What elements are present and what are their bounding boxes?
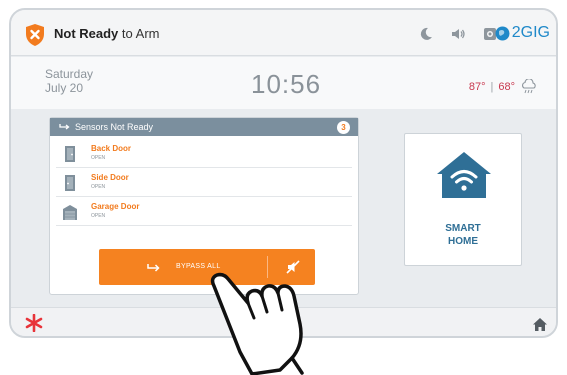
smart-home-line1: SMART bbox=[445, 223, 481, 234]
clock-display: 10:56 bbox=[251, 69, 322, 99]
sensor-state: OPEN bbox=[91, 184, 106, 190]
rain-cloud-icon bbox=[522, 79, 536, 94]
temp-low: 68° bbox=[498, 81, 515, 93]
brand-logo: 2GIG bbox=[495, 23, 550, 43]
home-icon[interactable] bbox=[532, 317, 548, 332]
arm-status-rest: to Arm bbox=[118, 26, 160, 41]
status-icons bbox=[418, 24, 498, 44]
sensors-title: Sensors Not Ready bbox=[75, 122, 154, 132]
arm-status-text[interactable]: Not Ready to Arm bbox=[54, 26, 159, 41]
temp-high: 87° bbox=[468, 81, 486, 93]
temp-separator: | bbox=[490, 81, 494, 93]
sensor-name: Garage Door bbox=[91, 202, 140, 211]
smart-home-tile[interactable]: SMART HOME bbox=[404, 133, 522, 266]
sensor-name: Back Door bbox=[91, 144, 132, 153]
sensor-name: Side Door bbox=[91, 173, 129, 182]
door-icon bbox=[65, 146, 75, 162]
bypass-arrow-icon bbox=[147, 264, 160, 272]
globe-icon bbox=[495, 26, 510, 40]
bypass-arrow-icon bbox=[59, 124, 70, 130]
arm-status-bold: Not Ready bbox=[54, 26, 119, 41]
sensors-header: Sensors Not Ready 3 bbox=[50, 118, 358, 136]
sensor-row-back-door[interactable]: Back Door OPEN bbox=[56, 140, 352, 168]
weather-widget[interactable]: 87° | 68° bbox=[469, 79, 538, 95]
moon-icon[interactable] bbox=[418, 26, 434, 42]
smart-home-label: SMART HOME bbox=[405, 222, 521, 248]
date-display: Saturday July 20 bbox=[45, 67, 93, 95]
pointing-hand-icon bbox=[210, 272, 304, 375]
emergency-asterisk-icon[interactable] bbox=[25, 314, 43, 332]
garage-door-icon bbox=[63, 205, 77, 220]
status-bar: Not Ready to Arm 2GIG bbox=[11, 10, 556, 56]
sensor-state: OPEN bbox=[91, 155, 106, 161]
sensor-row-garage-door[interactable]: Garage Door OPEN bbox=[56, 198, 352, 226]
volume-icon[interactable] bbox=[450, 26, 466, 42]
door-icon bbox=[65, 175, 75, 191]
sensors-count-badge: 3 bbox=[337, 121, 350, 134]
brand-text: 2GIG bbox=[511, 24, 550, 41]
smart-home-icon bbox=[437, 152, 491, 198]
not-ready-shield-icon[interactable] bbox=[24, 23, 46, 47]
date-label: July 20 bbox=[45, 81, 84, 95]
sensor-row-side-door[interactable]: Side Door OPEN bbox=[56, 169, 352, 197]
weekday-label: Saturday bbox=[45, 67, 94, 81]
sensor-state: OPEN bbox=[91, 213, 106, 219]
smart-home-line2: HOME bbox=[448, 236, 478, 247]
info-bar: Saturday July 20 10:56 87° | 68° bbox=[11, 57, 556, 109]
